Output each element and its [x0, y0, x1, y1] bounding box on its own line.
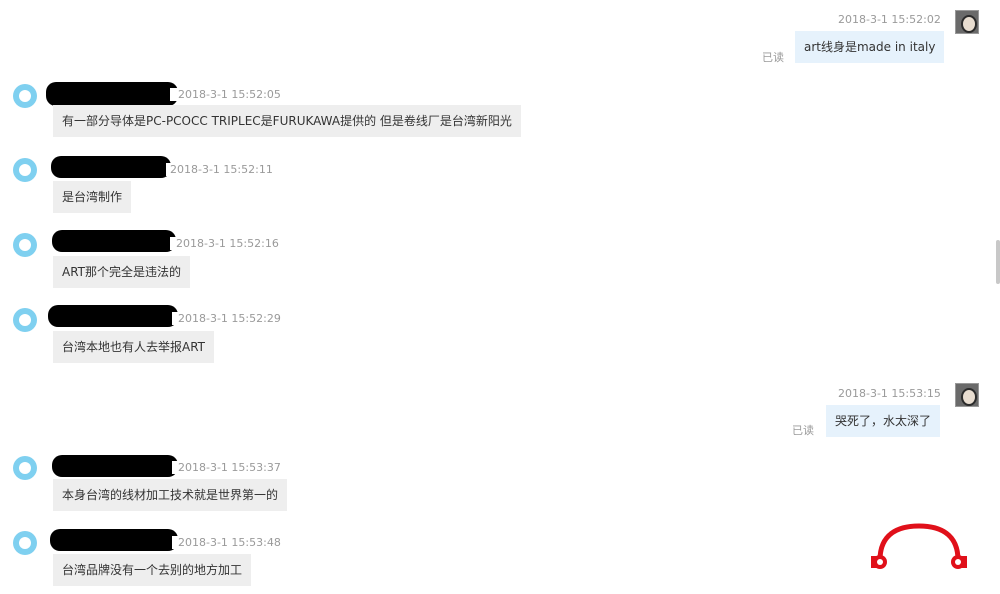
contact-avatar[interactable]	[13, 84, 37, 108]
message-bubble[interactable]: 台湾本地也有人去举报ART	[53, 331, 215, 363]
message-timestamp: 2018-3-1 15:52:05	[170, 88, 281, 101]
message-timestamp: 2018-3-1 15:52:11	[166, 163, 273, 176]
user-avatar[interactable]	[955, 10, 979, 34]
redacted-name	[52, 455, 178, 477]
scrollbar-thumb[interactable]	[996, 240, 1000, 284]
headphone-logo-icon	[871, 523, 967, 569]
message-bubble[interactable]: ART那个完全是违法的	[53, 256, 191, 288]
message-bubble[interactable]: 哭死了，水太深了	[826, 405, 941, 437]
redacted-name	[46, 82, 178, 106]
message-bubble[interactable]: 台湾品牌没有一个去别的地方加工	[53, 554, 252, 586]
contact-avatar[interactable]	[13, 308, 37, 332]
message-timestamp: 2018-3-1 15:52:16	[170, 237, 279, 250]
message-bubble[interactable]: 有一部分导体是PC-PCOCC TRIPLEC是FURUKAWA提供的 但是卷线…	[53, 105, 521, 137]
message-timestamp: 2018-3-1 15:53:15	[838, 387, 941, 400]
redacted-name	[48, 305, 178, 327]
message-bubble[interactable]: 是台湾制作	[53, 181, 132, 213]
message-timestamp: 2018-3-1 15:52:29	[172, 312, 281, 325]
message-timestamp: 2018-3-1 15:53:48	[172, 536, 281, 549]
redacted-name	[50, 529, 178, 551]
contact-avatar[interactable]	[13, 158, 37, 182]
message-timestamp: 2018-3-1 15:53:37	[172, 461, 281, 474]
contact-avatar[interactable]	[13, 456, 37, 480]
message-bubble[interactable]: art线身是made in italy	[795, 31, 945, 63]
user-avatar[interactable]	[955, 383, 979, 407]
message-timestamp: 2018-3-1 15:52:02	[838, 13, 941, 26]
contact-avatar[interactable]	[13, 233, 37, 257]
message-bubble[interactable]: 本身台湾的线材加工技术就是世界第一的	[53, 479, 288, 511]
read-status: 已读	[762, 51, 784, 64]
read-status: 已读	[792, 424, 814, 437]
redacted-name	[52, 230, 176, 252]
redacted-name	[51, 156, 171, 178]
contact-avatar[interactable]	[13, 531, 37, 555]
